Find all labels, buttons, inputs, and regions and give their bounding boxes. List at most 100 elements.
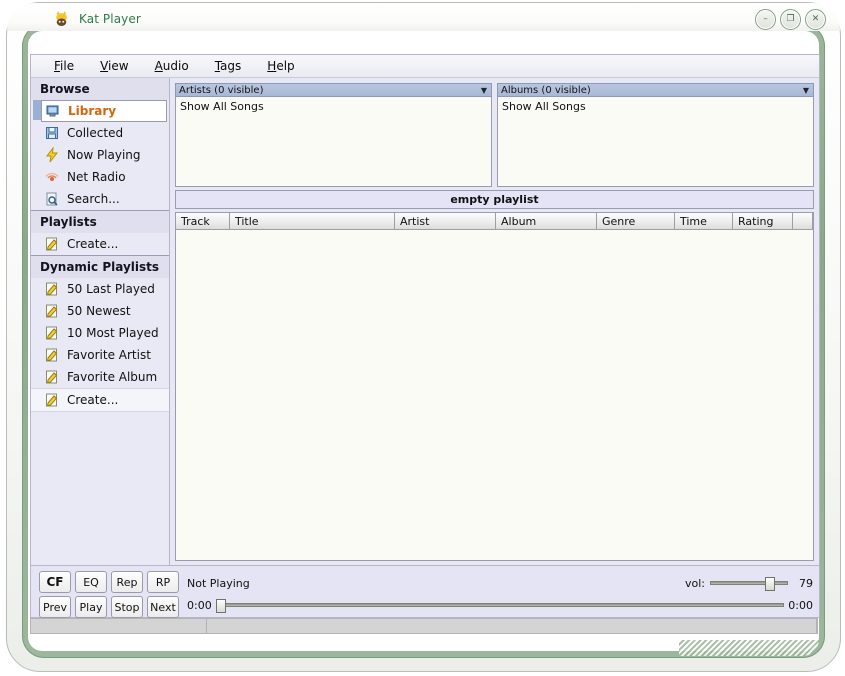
repeat-button[interactable]: Rep: [111, 571, 143, 593]
random-play-button[interactable]: RP: [147, 571, 179, 593]
status-bar-cell-right: [207, 619, 817, 633]
column-header-artist[interactable]: Artist: [395, 213, 496, 230]
status-bar: [30, 618, 818, 634]
sidebar-item-label: Now Playing: [67, 148, 141, 162]
dynamic-playlist-icon: [46, 348, 58, 362]
column-header-title[interactable]: Title: [230, 213, 395, 230]
sidebar-item-10-most-played[interactable]: 10 Most Played: [31, 322, 169, 344]
menu-file[interactable]: File: [41, 57, 87, 75]
sidebar-item-label: Net Radio: [67, 170, 126, 184]
playlist-rows[interactable]: [176, 230, 813, 560]
sidebar-section-playlists: Playlists: [31, 210, 169, 233]
resize-grip[interactable]: [679, 640, 819, 656]
browser-panels: Artists (0 visible) ▼ Show All Songs Albums…: [170, 78, 819, 190]
column-header-genre[interactable]: Genre: [597, 213, 675, 230]
albums-browser-header[interactable]: Albums (0 visible) ▼: [497, 83, 814, 97]
dynamic-playlist-icon: [46, 326, 58, 340]
volume-thumb[interactable]: [765, 577, 776, 591]
artists-browser-header-label: Artists (0 visible): [179, 84, 264, 96]
previous-button[interactable]: Prev: [39, 596, 71, 618]
monitor-icon: [46, 105, 59, 117]
sidebar-item-search[interactable]: Search...: [31, 188, 169, 210]
seek-row: 0:00 0:00: [187, 595, 813, 615]
artists-browser: Artists (0 visible) ▼ Show All Songs: [175, 83, 492, 187]
volume-label: vol:: [684, 576, 705, 590]
playlist-title-bar: empty playlist: [175, 190, 814, 209]
transport-right: Not Playing vol: 79 0:00 0:00: [179, 571, 813, 617]
dynamic-playlist-icon: [46, 304, 58, 318]
lightning-icon: [46, 147, 59, 163]
volume-track: [710, 581, 788, 585]
time-total: 0:00: [788, 598, 813, 612]
status-bar-cell-left: [31, 619, 207, 633]
seek-slider[interactable]: [215, 599, 785, 613]
minimize-icon: –: [763, 14, 768, 24]
equalizer-button[interactable]: EQ: [75, 571, 107, 593]
sidebar-item-label: 50 Newest: [67, 304, 131, 318]
sidebar-item-50-last-played[interactable]: 50 Last Played: [31, 278, 169, 300]
albums-browser-header-label: Albums (0 visible): [501, 84, 591, 96]
menu-tags[interactable]: Tags: [202, 57, 255, 75]
close-button[interactable]: ✕: [805, 9, 826, 30]
sidebar-item-create[interactable]: Create...: [31, 388, 169, 412]
list-item[interactable]: Show All Songs: [502, 100, 809, 113]
sidebar-item-collected[interactable]: Collected: [31, 122, 169, 144]
sidebar-item-label: Create...: [67, 393, 119, 407]
dynamic-playlist-icon: [46, 370, 58, 384]
sidebar-item-label: 10 Most Played: [67, 326, 159, 340]
menu-help[interactable]: Help: [254, 57, 307, 75]
close-icon: ✕: [811, 14, 820, 24]
minimize-button[interactable]: –: [755, 9, 776, 30]
maximize-icon: ❐: [786, 14, 795, 24]
seek-track: [215, 603, 785, 607]
seek-thumb[interactable]: [215, 599, 226, 613]
chevron-down-icon[interactable]: ▼: [481, 86, 489, 95]
search-icon: [46, 192, 58, 206]
menu-audio[interactable]: Audio: [142, 57, 202, 75]
sidebar-item-favorite-album[interactable]: Favorite Album: [31, 366, 169, 388]
dynamic-playlist-icon: [46, 282, 58, 296]
volume-slider[interactable]: [710, 577, 788, 591]
sidebar-item-label: 50 Last Played: [67, 282, 155, 296]
sidebar-item-now-playing[interactable]: Now Playing: [31, 144, 169, 166]
column-header-album[interactable]: Album: [496, 213, 597, 230]
column-header-spacer[interactable]: [793, 213, 813, 230]
sidebar-item-label: Create...: [67, 237, 119, 251]
playlist-column-headers: Track Title Artist Album Genre Time Rating: [176, 213, 813, 230]
volume-control[interactable]: vol: 79: [684, 576, 813, 591]
column-header-rating[interactable]: Rating: [733, 213, 793, 230]
transport-buttons: CF EQ Rep RP Prev Play Stop Next: [39, 571, 179, 618]
application-client-area: File View Audio Tags Help Browse Library Colle…: [30, 54, 820, 618]
dynamic-playlist-icon: [46, 393, 58, 407]
stop-button[interactable]: Stop: [111, 596, 143, 618]
chevron-down-icon[interactable]: ▼: [803, 86, 811, 95]
crossfade-button[interactable]: CF: [39, 571, 71, 593]
floppy-icon: [46, 127, 58, 139]
next-button[interactable]: Next: [147, 596, 179, 618]
maximize-button[interactable]: ❐: [780, 9, 801, 30]
artists-browser-list[interactable]: Show All Songs: [175, 97, 492, 187]
sidebar-section-browse: Browse: [31, 78, 169, 100]
column-header-time[interactable]: Time: [675, 213, 733, 230]
cat-icon: [56, 11, 67, 26]
sidebar-item-create[interactable]: Create...: [31, 233, 169, 255]
sidebar-item-50-newest[interactable]: 50 Newest: [31, 300, 169, 322]
list-item[interactable]: Show All Songs: [180, 100, 487, 113]
playlist-title-text: empty playlist: [450, 193, 539, 206]
playback-status: Not Playing: [187, 576, 250, 590]
artists-browser-header[interactable]: Artists (0 visible) ▼: [175, 83, 492, 97]
main-body: Browse Library Collected Now Playing Net Rad…: [31, 78, 819, 565]
sidebar-item-library[interactable]: Library: [33, 100, 167, 122]
transport-bar: CF EQ Rep RP Prev Play Stop Next Not Playing vo…: [31, 565, 819, 618]
play-button[interactable]: Play: [75, 596, 107, 618]
sidebar-item-favorite-artist[interactable]: Favorite Artist: [31, 344, 169, 366]
volume-value: 79: [799, 576, 813, 590]
title-bar[interactable]: Kat Player – ❐ ✕: [7, 3, 840, 31]
albums-browser-list[interactable]: Show All Songs: [497, 97, 814, 187]
sidebar-item-net-radio[interactable]: Net Radio: [31, 166, 169, 188]
menu-view[interactable]: View: [87, 57, 141, 75]
sidebar-item-label: Collected: [67, 126, 124, 140]
column-header-track[interactable]: Track: [176, 213, 230, 230]
sidebar-section-dynamic-playlists: Dynamic Playlists: [31, 255, 169, 278]
playlist-grid[interactable]: Track Title Artist Album Genre Time Rating: [175, 212, 814, 561]
